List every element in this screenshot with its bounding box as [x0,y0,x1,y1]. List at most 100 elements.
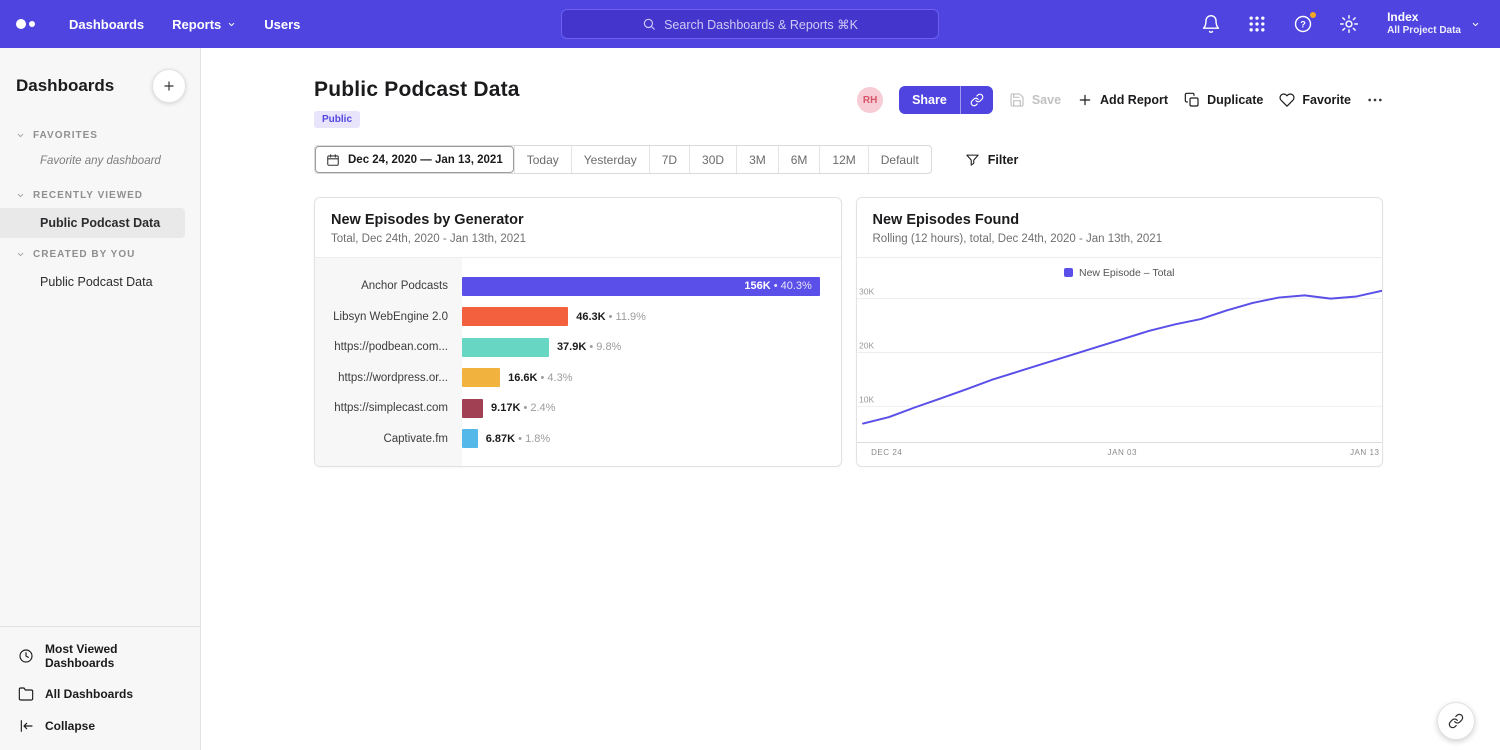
bar-category-label: Libsyn WebEngine 2.0 [315,302,462,333]
copy-icon [1184,92,1200,108]
save-label: Save [1032,93,1061,107]
sidebar-footer-folder[interactable]: All Dashboards [0,678,200,710]
preset-6m[interactable]: 6M [778,146,820,173]
nav-item-reports[interactable]: Reports [158,0,250,48]
section-label-text: CREATED BY YOU [33,249,135,260]
preset-12m[interactable]: 12M [819,146,867,173]
line-chart[interactable]: 10K20K30KDEC 24JAN 03JAN 13 [857,281,1383,467]
sidebar-footer-clock[interactable]: Most Viewed Dashboards [0,634,200,678]
svg-text:?: ? [1300,19,1306,29]
preset-default[interactable]: Default [868,146,931,173]
page-header: Public Podcast Data Public RH Share Save [314,78,1383,128]
report-cards: New Episodes by Generator Total, Dec 24t… [314,197,1383,467]
bar-row[interactable]: 6.87K • 1.8% [462,424,841,455]
bar-row[interactable]: 9.17K • 2.4% [462,393,841,424]
bar-value-label: 156K • 40.3% [744,280,819,292]
duplicate-label: Duplicate [1207,93,1263,107]
bar[interactable]: 156K • 40.3% [462,277,820,296]
share-link-button[interactable] [960,86,993,114]
bar-row[interactable]: 46.3K • 11.9% [462,302,841,333]
new-dashboard-button[interactable] [152,69,186,103]
filter-button[interactable]: Filter [965,152,1019,167]
mixpanel-logo[interactable] [16,19,35,29]
avatar[interactable]: RH [857,87,883,113]
help-icon[interactable]: ? [1293,14,1313,34]
card-header[interactable]: New Episodes Found Rolling (12 hours), t… [857,198,1383,258]
project-name: Index [1387,10,1461,25]
bar[interactable] [462,429,478,448]
bar-percent-label: • 4.3% [541,372,573,384]
svg-text:JAN 13: JAN 13 [1350,448,1380,457]
bar-value-label: 46.3K • 11.9% [576,311,646,323]
app-root: Dashboards Reports Users Search Dashboards… [0,0,1500,750]
link-icon [970,93,984,107]
nav-item-label: Reports [172,17,221,32]
card-subtitle: Rolling (12 hours), total, Dec 24th, 202… [873,233,1367,245]
preset-7d[interactable]: 7D [649,146,689,173]
copy-link-fab[interactable] [1437,702,1475,740]
save-button[interactable]: Save [1009,92,1061,108]
project-subtitle: All Project Data [1387,25,1461,38]
add-report-label: Add Report [1100,93,1168,107]
nav-item-dashboards[interactable]: Dashboards [55,0,158,48]
chart-legend[interactable]: New Episode – Total [857,266,1383,279]
bar-value-label: 16.6K • 4.3% [508,372,572,384]
navbar-links: Dashboards Reports Users [55,0,314,48]
nav-item-label: Users [264,17,300,32]
favorite-button[interactable]: Favorite [1279,92,1351,108]
logo-dot-small [29,21,35,27]
preset-3m[interactable]: 3M [736,146,778,173]
sidebar-footer: Most Viewed Dashboards All Dashboards Coll… [0,626,200,750]
footer-item-label: Collapse [45,719,95,733]
filter-label: Filter [988,153,1019,167]
notifications-icon[interactable] [1201,14,1221,34]
navbar-right: ? Index All Project Data [1201,10,1484,38]
add-report-button[interactable]: Add Report [1077,92,1168,108]
chevron-down-icon [16,131,25,140]
collapse-icon [18,718,34,734]
bar-percent-label: • 40.3% [774,280,812,292]
sidebar-section-favorites[interactable]: FAVORITES [0,119,200,148]
calendar-icon [326,153,340,167]
more-options-button[interactable] [1367,92,1383,108]
section-label-text: RECENTLY VIEWED [33,190,143,201]
apps-grid-icon[interactable] [1247,14,1267,34]
search-placeholder: Search Dashboards & Reports ⌘K [664,17,858,32]
section-label-text: FAVORITES [33,130,98,141]
bar[interactable] [462,307,568,326]
bar-category-label: https://simplecast.com [315,393,462,424]
sidebar-sections: FAVORITES Favorite any dashboard RECENTLY … [0,119,200,297]
bar[interactable] [462,399,483,418]
bar-value-label: 9.17K • 2.4% [491,402,555,414]
duplicate-button[interactable]: Duplicate [1184,92,1263,108]
chevron-down-icon [227,20,236,29]
sidebar-item[interactable]: Public Podcast Data [0,208,185,238]
sidebar-empty-note: Favorite any dashboard [0,148,200,179]
notification-badge [1309,11,1317,19]
plus-icon [1077,92,1093,108]
settings-gear-icon[interactable] [1339,14,1359,34]
top-navbar: Dashboards Reports Users Search Dashboards… [0,0,1500,48]
preset-yesterday[interactable]: Yesterday [571,146,649,173]
preset-today[interactable]: Today [514,146,571,173]
bar[interactable] [462,338,549,357]
chevron-down-icon [1471,20,1480,29]
sidebar-section-created-by-you[interactable]: CREATED BY YOU [0,238,200,267]
date-range-picker[interactable]: Dec 24, 2020 — Jan 13, 2021 [315,146,514,173]
bar-row[interactable]: 16.6K • 4.3% [462,363,841,394]
bar[interactable] [462,368,500,387]
card-new-episodes-by-generator: New Episodes by Generator Total, Dec 24t… [314,197,842,467]
share-button[interactable]: Share [899,86,960,114]
search-bar[interactable]: Search Dashboards & Reports ⌘K [561,9,939,39]
sidebar-section-recently-viewed[interactable]: RECENTLY VIEWED [0,179,200,208]
nav-item-users[interactable]: Users [250,0,314,48]
sidebar-footer-collapse[interactable]: Collapse [0,710,200,742]
project-switcher[interactable]: Index All Project Data [1387,10,1480,38]
preset-30d[interactable]: 30D [689,146,736,173]
bar-row[interactable]: 37.9K • 9.8% [462,332,841,363]
bar-percent-label: • 1.8% [518,433,550,445]
bar-row[interactable]: 156K • 40.3% [462,271,841,302]
footer-item-label: Most Viewed Dashboards [45,642,182,670]
card-header[interactable]: New Episodes by Generator Total, Dec 24t… [315,198,841,258]
sidebar-item[interactable]: Public Podcast Data [0,267,200,297]
